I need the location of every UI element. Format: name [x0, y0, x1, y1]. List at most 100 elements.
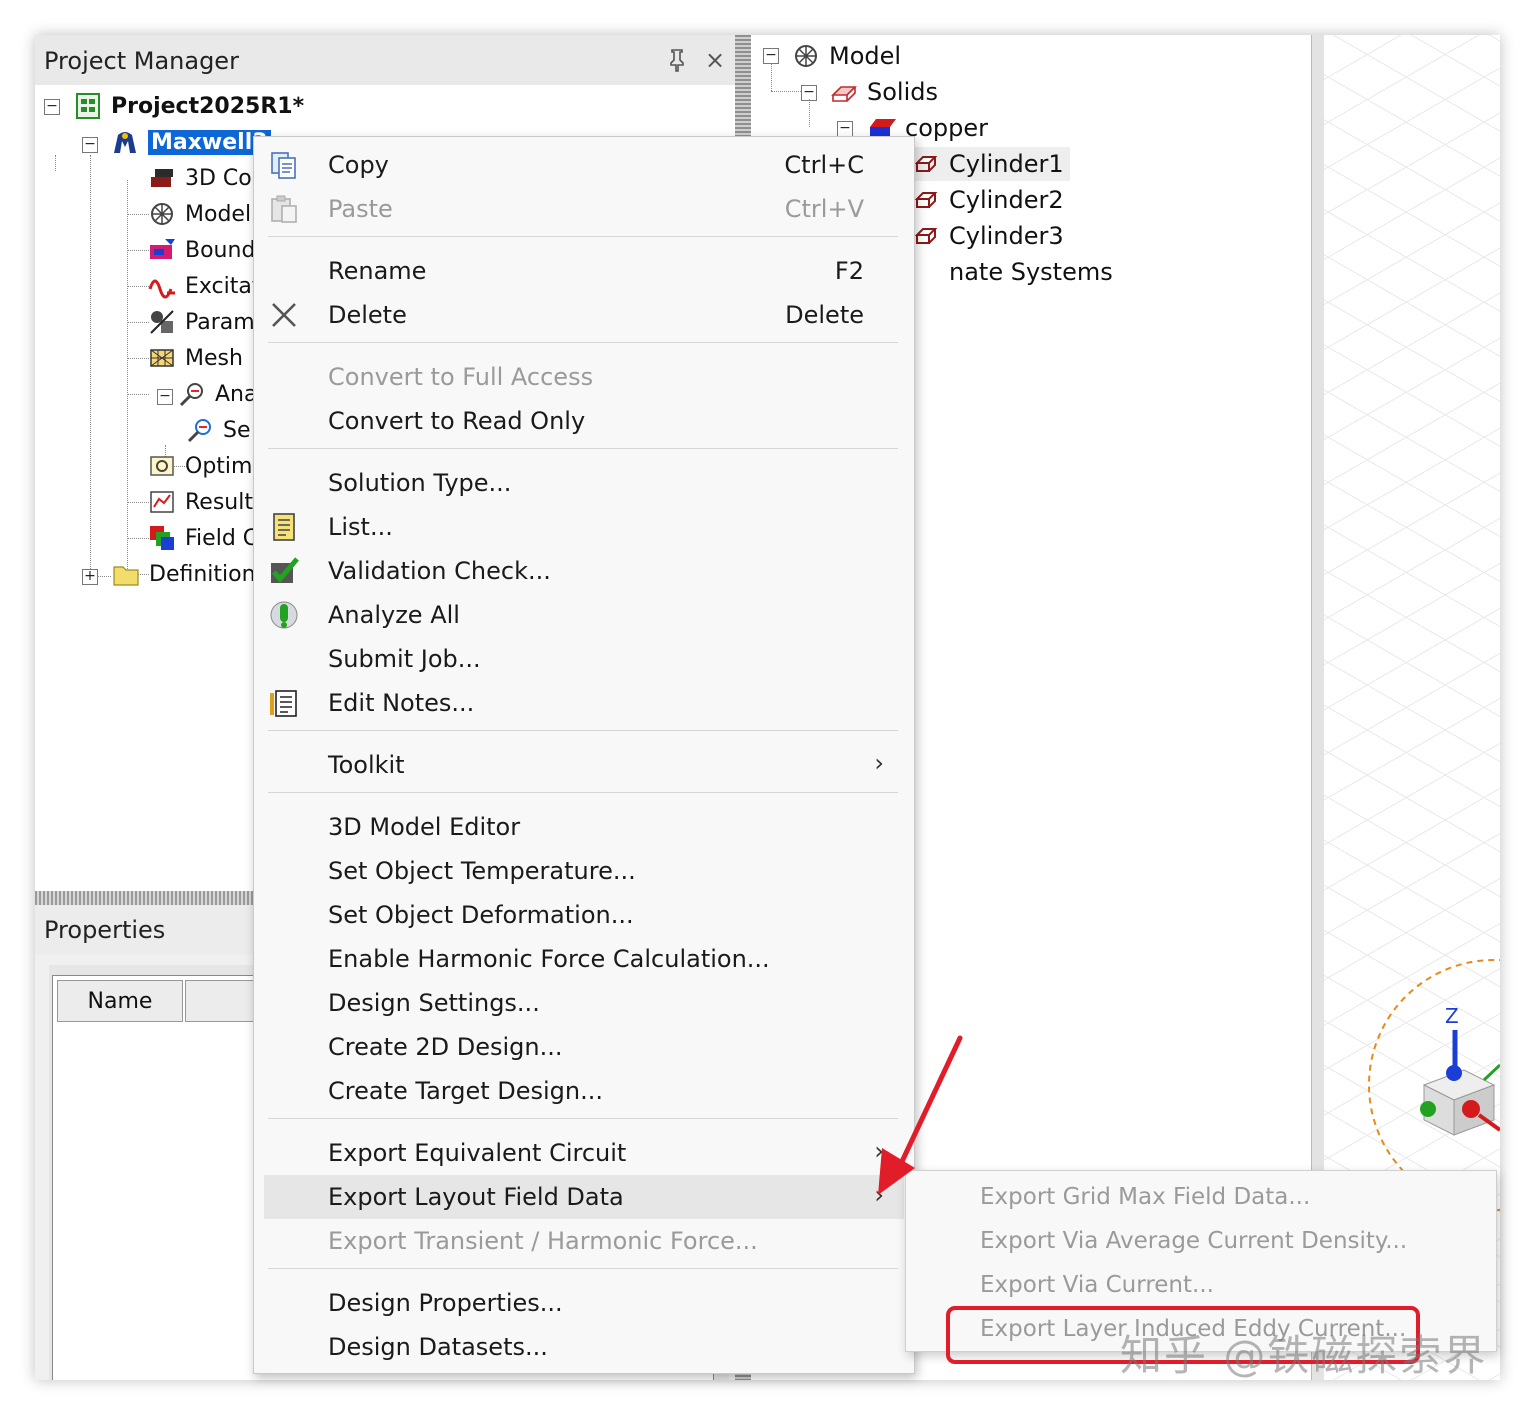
pin-icon[interactable]: [667, 48, 687, 78]
tree-item-label: Cylinder3: [949, 222, 1064, 250]
menu-item-3d-model-editor[interactable]: 3D Model Editor: [254, 805, 914, 849]
menu-item-copy[interactable]: Copy Ctrl+C: [254, 143, 914, 187]
tree-item-boundaries[interactable]: Bound: [147, 233, 255, 267]
menu-item-create-2d-design[interactable]: Create 2D Design...: [254, 1025, 914, 1069]
watermark: 知乎 @铁磁探索界: [1120, 1331, 1488, 1380]
menu-item-label: Toolkit: [328, 751, 405, 779]
model-icon: [151, 203, 173, 225]
boundaries-icon: [150, 239, 175, 259]
menu-item-set-object-temperature[interactable]: Set Object Temperature...: [254, 849, 914, 893]
notes-icon: [270, 690, 297, 717]
tree-item-parameters[interactable]: Param: [147, 305, 255, 339]
tree-item-definitions[interactable]: Definitions: [111, 557, 267, 591]
menu-item-convert-full-access[interactable]: Convert to Full Access: [254, 355, 914, 399]
submenu-item-export-avg-current-density[interactable]: Export Via Average Current Density...: [906, 1219, 1496, 1263]
menu-item-shortcut: Ctrl+V: [784, 195, 864, 223]
menu-item-label: Validation Check...: [328, 557, 551, 585]
tree-item-model-root[interactable]: Model: [791, 39, 901, 73]
tree-item-solids[interactable]: Solids: [829, 75, 938, 109]
copy-icon: [271, 152, 296, 179]
menu-item-label: 3D Model Editor: [328, 813, 521, 841]
tree-item-results[interactable]: Result: [147, 485, 253, 519]
mesh-icon: [150, 349, 174, 367]
menu-item-edit-notes[interactable]: Edit Notes...: [254, 681, 914, 725]
tree-item-optimetrics[interactable]: Optim: [147, 449, 252, 483]
analysis-icon: [179, 383, 203, 407]
menu-item-label: Export Via Average Current Density...: [980, 1228, 1408, 1254]
excitations-icon: [148, 279, 175, 299]
menu-item-export-layout-field-data[interactable]: Export Layout Field Data ›: [264, 1175, 904, 1219]
tree-item-mesh[interactable]: Mesh: [147, 341, 243, 375]
menu-separator: [268, 730, 898, 731]
tree-item-label: Field C: [185, 525, 259, 551]
tree-item-model[interactable]: Model: [147, 197, 251, 231]
menu-item-design-settings[interactable]: Design Settings...: [254, 981, 914, 1025]
tree-item-3d-components[interactable]: 3D Co: [147, 161, 252, 195]
tree-item-label: Bound: [185, 237, 256, 263]
menu-item-label: List...: [328, 513, 393, 541]
maxwell-design-icon: [114, 132, 136, 153]
close-icon[interactable]: ×: [705, 46, 725, 74]
setup-icon: [187, 419, 211, 443]
list-icon: [273, 513, 295, 541]
project-label: Project2025R1*: [111, 93, 305, 119]
expand-toggle[interactable]: +: [82, 569, 98, 585]
menu-item-export-transient-harmonic-force[interactable]: Export Transient / Harmonic Force...: [254, 1219, 914, 1263]
collapse-toggle[interactable]: −: [837, 121, 853, 137]
menu-item-analyze-all[interactable]: Analyze All: [254, 593, 914, 637]
menu-item-label: Paste: [328, 195, 393, 223]
tree-item-cylinder3[interactable]: Cylinder3: [911, 219, 1064, 253]
menu-item-label: Submit Job...: [328, 645, 481, 673]
menu-separator: [268, 448, 898, 449]
menu-item-create-target-design[interactable]: Create Target Design...: [254, 1069, 914, 1113]
tree-item-label: 3D Co: [185, 165, 252, 191]
menu-item-label: Delete: [328, 301, 407, 329]
menu-item-delete[interactable]: Delete Delete: [254, 293, 914, 337]
menu-item-label: Export Equivalent Circuit: [328, 1139, 627, 1167]
tree-item-label: Definitions: [149, 561, 267, 587]
tree-item-design[interactable]: Maxwell3: [110, 125, 271, 159]
menu-item-rename[interactable]: Rename F2: [254, 249, 914, 293]
menu-item-design-datasets[interactable]: Design Datasets...: [254, 1325, 914, 1369]
parameters-icon: [150, 310, 174, 334]
menu-item-label: Set Object Temperature...: [328, 857, 636, 885]
menu-item-label: Design Settings...: [328, 989, 540, 1017]
column-header-name[interactable]: Name: [57, 980, 183, 1022]
object-icon: [914, 192, 938, 208]
collapse-toggle[interactable]: −: [44, 99, 60, 115]
menu-item-label: Export Via Current...: [980, 1272, 1214, 1298]
menu-item-convert-read-only[interactable]: Convert to Read Only: [254, 399, 914, 443]
tree-item-label: Cylinder1: [949, 150, 1064, 178]
menu-item-toolkit[interactable]: Toolkit ›: [254, 743, 914, 787]
tree-item-label: Result: [185, 489, 253, 515]
collapse-toggle[interactable]: −: [82, 137, 98, 153]
submenu-item-export-grid-max[interactable]: Export Grid Max Field Data...: [906, 1175, 1496, 1219]
collapse-toggle[interactable]: −: [763, 48, 779, 64]
menu-item-validation-check[interactable]: Validation Check...: [254, 549, 914, 593]
menu-item-shortcut: Ctrl+C: [784, 151, 864, 179]
tree-item-cylinder2[interactable]: Cylinder2: [911, 183, 1064, 217]
menu-item-export-equivalent-circuit[interactable]: Export Equivalent Circuit ›: [254, 1131, 914, 1175]
tree-item-setup[interactable]: Se: [185, 413, 251, 447]
menu-item-design-properties[interactable]: Design Properties...: [254, 1281, 914, 1325]
menu-item-list[interactable]: List...: [254, 505, 914, 549]
tree-item-coordinate-systems[interactable]: nate Systems: [949, 255, 1113, 289]
menu-item-set-object-deformation[interactable]: Set Object Deformation...: [254, 893, 914, 937]
tree-item-field-overlays[interactable]: Field C: [147, 521, 258, 555]
menu-item-solution-type[interactable]: Solution Type...: [254, 461, 914, 505]
menu-item-paste[interactable]: Paste Ctrl+V: [254, 187, 914, 231]
paste-icon: [271, 195, 297, 223]
menu-item-enable-harmonic-force[interactable]: Enable Harmonic Force Calculation...: [254, 937, 914, 981]
tree-item-project[interactable]: Project2025R1*: [73, 89, 304, 123]
annotation-arrow-icon: [878, 1035, 963, 1195]
menu-item-label: Create 2D Design...: [328, 1033, 563, 1061]
tree-item-excitations[interactable]: Excitat: [147, 269, 260, 303]
menu-item-label: Export Grid Max Field Data...: [980, 1184, 1311, 1210]
tree-item-cylinder1[interactable]: Cylinder1: [911, 147, 1070, 181]
submenu-item-export-via-current[interactable]: Export Via Current...: [906, 1263, 1496, 1307]
menu-item-label: Create Target Design...: [328, 1077, 604, 1105]
menu-item-label: Rename: [328, 257, 427, 285]
menu-item-label: Export Transient / Harmonic Force...: [328, 1227, 758, 1255]
menu-item-submit-job[interactable]: Submit Job...: [254, 637, 914, 681]
analyze-all-icon: [270, 601, 298, 629]
